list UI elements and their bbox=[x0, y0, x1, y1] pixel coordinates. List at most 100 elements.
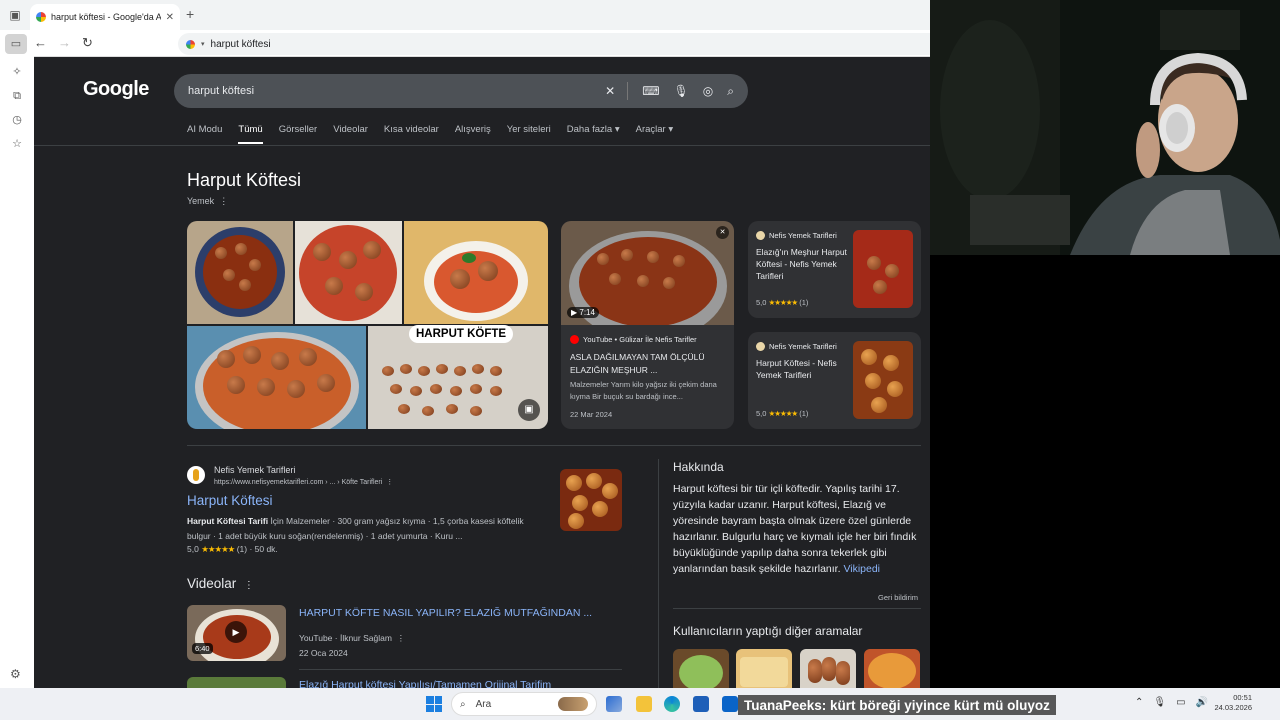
result-thumbnail[interactable] bbox=[560, 469, 622, 531]
divider bbox=[658, 459, 659, 688]
wikipedia-link[interactable]: Vikipedi bbox=[843, 563, 880, 575]
forward-icon[interactable]: → bbox=[58, 35, 71, 50]
recipe-card[interactable]: Nefis Yemek Tarifleri Elazığ'ın Meşhur H… bbox=[748, 221, 921, 318]
clock[interactable]: 00:51 24.03.2026 bbox=[1210, 693, 1252, 713]
close-tab-icon[interactable]: ✕ bbox=[166, 12, 174, 23]
result-site[interactable]: Nefis Yemek Tarifleri bbox=[214, 465, 295, 475]
address-bar[interactable]: ▾ harput köftesi bbox=[178, 33, 930, 55]
file-explorer-icon[interactable] bbox=[636, 696, 652, 712]
tab-videos[interactable]: Videolar bbox=[333, 124, 368, 144]
lens-icon[interactable]: ◎ bbox=[703, 84, 713, 98]
tab-actions-icon[interactable]: ▣ bbox=[8, 8, 22, 22]
video-description: Malzemeler Yarım kilo yağsız iki çekim d… bbox=[570, 380, 717, 401]
video-title[interactable]: HARPUT KÖFTE NASIL YAPILIR? ELAZIĞ MUTFA… bbox=[299, 607, 592, 619]
new-tab-icon[interactable]: + bbox=[186, 6, 194, 22]
tab-short-videos[interactable]: Kısa videolar bbox=[384, 124, 439, 144]
video-result[interactable]: ▶ 6:40 HARPUT KÖFTE NASIL YAPILIR? ELAZI… bbox=[187, 605, 622, 665]
feedback-link[interactable]: Geri bildirim bbox=[878, 593, 918, 602]
site-favicon-icon bbox=[187, 466, 205, 484]
chat-message: : kürt böreği yiyince kürt mü oluyoz bbox=[821, 697, 1050, 713]
video-duration: ▶ 7:14 bbox=[567, 307, 599, 318]
divider bbox=[187, 445, 921, 446]
video-thumbnail[interactable] bbox=[187, 677, 286, 688]
google-results-page: Google harput köftesi ✕ ⌨ 🎙 ◎ ⌕ AI Modu … bbox=[34, 57, 930, 688]
tab-images[interactable]: Görseller bbox=[279, 124, 318, 144]
keyboard-icon[interactable]: ⌨ bbox=[642, 84, 659, 98]
copilot-icon[interactable]: ✧ bbox=[9, 64, 25, 80]
close-icon[interactable]: ✕ bbox=[716, 226, 729, 239]
clear-icon[interactable]: ✕ bbox=[605, 84, 615, 98]
video-title[interactable]: ASLA DAĞILMAYAN TAM ÖLÇÜLÜ ELAZIĞIN MEŞH… bbox=[570, 351, 726, 377]
tab-tools[interactable]: Araçlar ▾ bbox=[636, 124, 674, 144]
browser-tab[interactable]: harput köftesi - Google'da Ara ✕ bbox=[30, 4, 180, 30]
favorites-icon[interactable]: ☆ bbox=[9, 136, 25, 152]
video-source: YouTube • Gülizar İle Nefis Tarifler bbox=[570, 335, 697, 344]
result-url[interactable]: https://www.nefisyemektarifleri.com › ..… bbox=[214, 478, 393, 486]
store-icon[interactable] bbox=[693, 696, 709, 712]
food-photo-4[interactable] bbox=[187, 326, 366, 429]
webcam-overlay bbox=[930, 0, 1280, 255]
settings-gear-icon[interactable]: ⚙ bbox=[10, 667, 21, 681]
tab-bar: ▣ harput köftesi - Google'da Ara ✕ + bbox=[0, 0, 930, 30]
volume-icon[interactable]: 🔊 bbox=[1196, 697, 1208, 708]
video-thumbnail[interactable]: ▶ 6:40 bbox=[187, 605, 286, 661]
chevron-down-icon[interactable]: ▾ bbox=[201, 40, 205, 48]
edge-icon[interactable] bbox=[664, 696, 680, 712]
play-icon[interactable]: ▶ bbox=[225, 621, 247, 643]
collections-icon[interactable]: ⧉ bbox=[9, 88, 25, 104]
recipe-thumbnail[interactable] bbox=[853, 230, 913, 308]
video-source: YouTube · İlknur Sağlam ⋮ bbox=[299, 633, 406, 643]
search-box[interactable]: harput köftesi ✕ ⌨ 🎙 ◎ ⌕ bbox=[174, 74, 748, 108]
divider bbox=[299, 669, 622, 670]
recipe-card[interactable]: Nefis Yemek Tarifleri Harput Köftesi - N… bbox=[748, 332, 921, 429]
taskbar-search[interactable]: ⌕ Ara bbox=[451, 692, 597, 716]
recipe-title[interactable]: Elazığ'ın Meşhur Harput Köftesi - Nefis … bbox=[756, 246, 848, 282]
sidebar-panel-icon[interactable]: ▭ bbox=[5, 34, 27, 54]
mic-icon[interactable]: 🎙 bbox=[674, 84, 689, 98]
video-card[interactable]: ✕ ▶ 7:14 YouTube • Gülizar İle Nefis Tar… bbox=[561, 221, 734, 429]
tab-more[interactable]: Daha fazla ▾ bbox=[567, 124, 620, 144]
google-icon bbox=[186, 39, 195, 49]
image-gallery-icon[interactable]: ▣ bbox=[518, 399, 540, 421]
recipe-title[interactable]: Harput Köftesi - Nefis Yemek Tarifleri bbox=[756, 357, 848, 381]
about-heading: Hakkında bbox=[673, 460, 724, 474]
site-favicon-icon bbox=[756, 342, 765, 351]
search-icon[interactable]: ⌕ bbox=[727, 84, 734, 99]
recipe-thumbnail[interactable] bbox=[853, 341, 913, 419]
back-icon[interactable]: ← bbox=[34, 35, 47, 50]
related-image[interactable] bbox=[736, 649, 792, 688]
screen: ▣ harput köftesi - Google'da Ara ✕ + ← →… bbox=[0, 0, 1280, 720]
outlook-icon[interactable] bbox=[722, 696, 738, 712]
video-date: 22 Oca 2024 bbox=[299, 648, 348, 658]
food-photo-1[interactable] bbox=[187, 221, 293, 324]
search-input[interactable]: harput köftesi bbox=[188, 85, 591, 97]
google-logo[interactable]: Google bbox=[83, 78, 149, 101]
network-icon[interactable]: ▭ bbox=[1176, 697, 1185, 708]
video-title[interactable]: Elazığ Harput köftesi Yapılışı/Tamamen O… bbox=[299, 679, 551, 688]
divider bbox=[627, 82, 629, 100]
related-image[interactable] bbox=[673, 649, 729, 688]
related-image[interactable] bbox=[800, 649, 856, 688]
image-collage[interactable]: HARPUT KÖFTE ▣ bbox=[187, 221, 548, 429]
chevron-up-icon[interactable]: ⌃ bbox=[1135, 697, 1143, 708]
search-highlight-icon bbox=[558, 697, 588, 711]
related-image[interactable] bbox=[864, 649, 920, 688]
food-photo-3[interactable] bbox=[404, 221, 548, 324]
food-photo-2[interactable] bbox=[295, 221, 402, 324]
collage-label: HARPUT KÖFTE bbox=[409, 325, 514, 343]
history-icon[interactable]: ◷ bbox=[9, 112, 25, 128]
tab-places[interactable]: Yer siteleri bbox=[507, 124, 551, 144]
result-title[interactable]: Harput Köftesi bbox=[187, 493, 273, 508]
tab-all[interactable]: Tümü bbox=[238, 124, 263, 144]
recipe-source: Nefis Yemek Tarifleri bbox=[756, 342, 837, 351]
youtube-icon bbox=[570, 335, 579, 344]
mic-icon[interactable]: 🎙 bbox=[1153, 697, 1166, 708]
reload-icon[interactable]: ↻ bbox=[82, 35, 93, 51]
tab-ai-mode[interactable]: AI Modu bbox=[187, 124, 222, 144]
about-text: Harput köftesi bir tür içli köftedir. Ya… bbox=[673, 483, 917, 575]
windows-start-icon[interactable] bbox=[426, 696, 442, 712]
tab-shopping[interactable]: Alışveriş bbox=[455, 124, 491, 144]
recipe-rating: 5,0 ★★★★★ (1) bbox=[756, 298, 809, 307]
google-favicon-icon bbox=[36, 12, 46, 22]
widgets-icon[interactable] bbox=[606, 696, 622, 712]
